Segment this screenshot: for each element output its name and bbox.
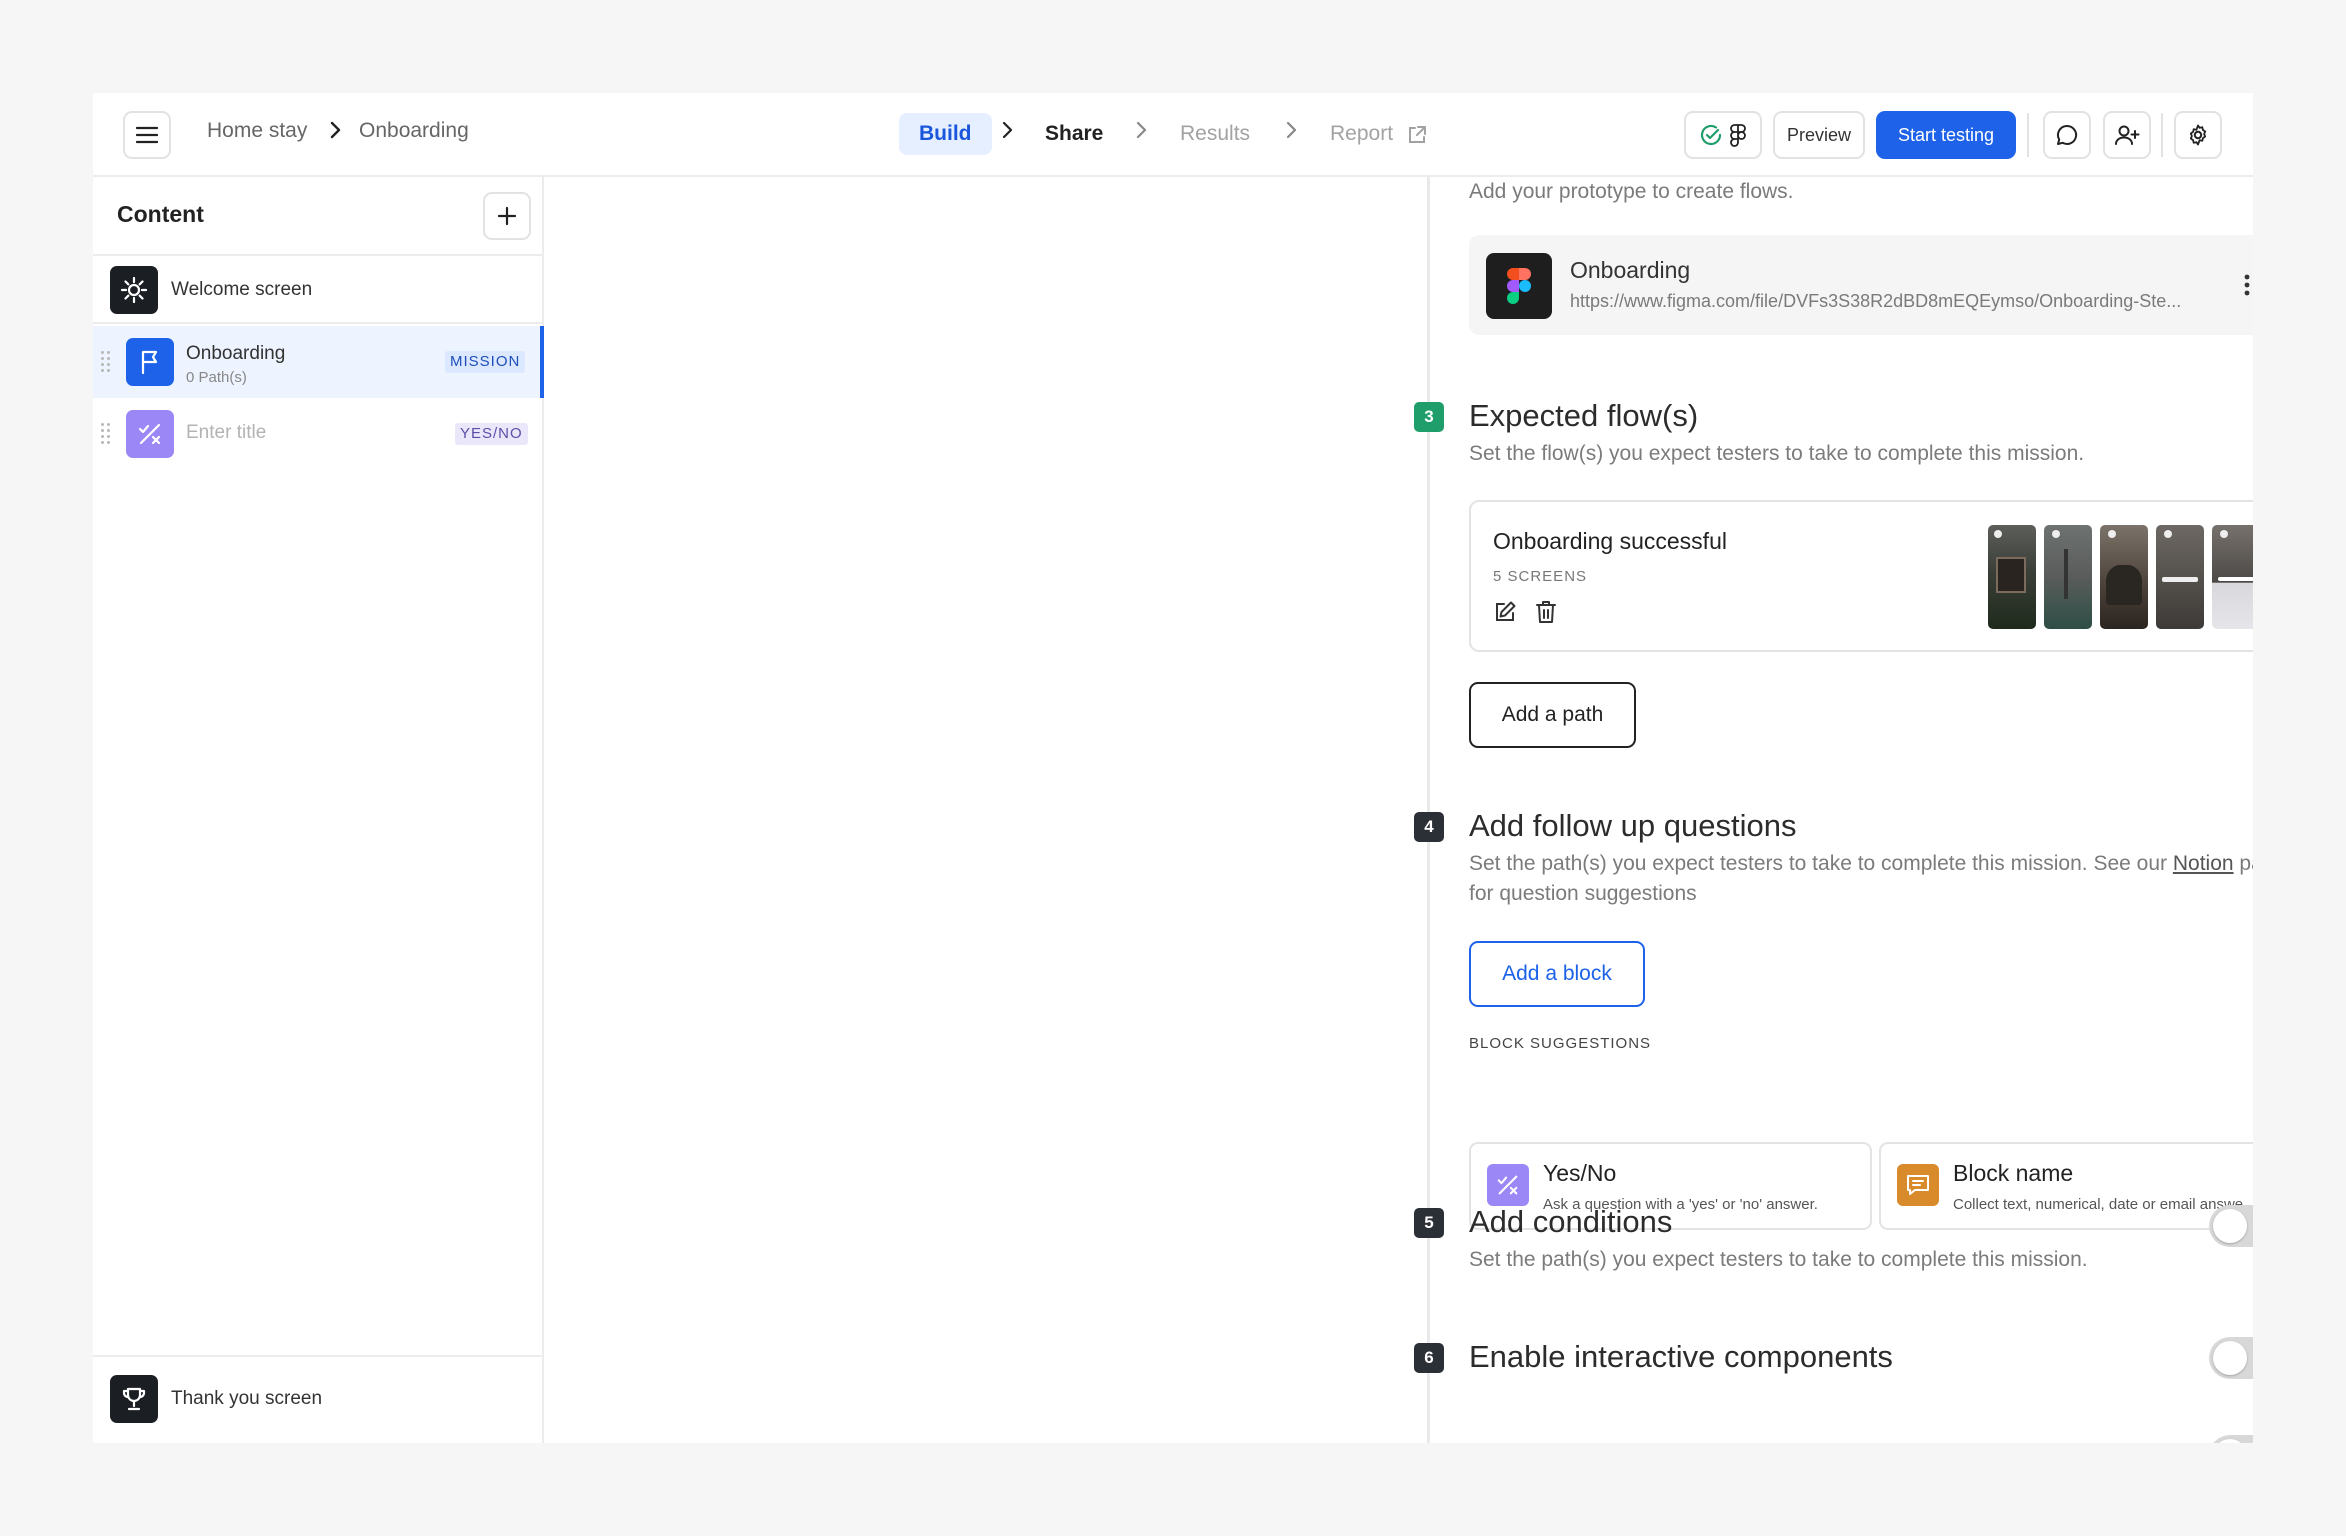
sun-icon [110, 266, 158, 314]
suggestion-description: Collect text, numerical, date or email a… [1953, 1196, 2253, 1213]
suggestion-name: Block name [1953, 1160, 2074, 1186]
sidebar-item-welcome[interactable]: Welcome screen [93, 256, 542, 324]
flow-card[interactable]: Onboarding successful 5 SCREENS [1469, 500, 2253, 652]
suggestion-block[interactable]: Block name Collect text, numerical, date… [1879, 1142, 2253, 1230]
breadcrumb-project[interactable]: Home stay [207, 119, 307, 143]
gear-icon [2189, 124, 2207, 146]
yes-no-icon [1487, 1164, 1529, 1206]
figma-logo [1486, 253, 1552, 319]
divider [2161, 113, 2163, 157]
step-chevron-icon [1131, 117, 1151, 143]
sidebar-item-label: Onboarding [186, 343, 286, 364]
section-description: Set the path(s) you expect testers to ta… [1469, 1248, 2088, 1271]
sidebar-item-yes-no[interactable]: Enter title YES/NO [93, 398, 542, 470]
add-content-button[interactable] [483, 192, 531, 240]
chat-bubble-icon [2057, 124, 2078, 145]
prototype-url[interactable]: https://www.figma.com/file/DVFs3S38R2dBD… [1570, 291, 2220, 312]
breadcrumb-chevron-icon [325, 117, 345, 143]
user-plus-icon [2115, 125, 2140, 145]
flow-name: Onboarding successful [1493, 528, 1727, 554]
interactive-components-toggle[interactable] [2209, 1337, 2253, 1379]
flow-screen-count: 5 SCREENS [1493, 568, 1588, 585]
flow-screen-thumbnail [2100, 525, 2148, 629]
start-testing-button[interactable]: Start testing [1876, 111, 2016, 159]
sidebar-item-sublabel: 0 Path(s) [186, 369, 247, 386]
step-chevron-icon [997, 117, 1017, 143]
sidebar-item-thank-you[interactable]: Thank you screen [93, 1355, 542, 1443]
sidebar-header: Content [93, 177, 542, 256]
app-window: Home stay Onboarding Build Share Results… [93, 93, 2253, 1443]
section-description-text: Set the path(s) you expect testers to ta… [1469, 852, 2173, 875]
divider [2027, 113, 2029, 157]
menu-button[interactable] [123, 111, 171, 159]
suggestion-name: Yes/No [1543, 1160, 1617, 1186]
sidebar-item-onboarding[interactable]: Onboarding 0 Path(s) MISSION [93, 326, 544, 398]
section-title: Add follow up questions [1469, 808, 1797, 843]
section-title: Expected flow(s) [1469, 398, 1699, 433]
content-sidebar: Content Welcome screen Onboarding 0 Path… [93, 177, 544, 1443]
trophy-icon [110, 1375, 158, 1423]
section-title: Add conditions [1469, 1204, 1673, 1239]
external-link-icon [1409, 126, 1426, 143]
sidebar-item-label: Welcome screen [171, 279, 313, 300]
yes-no-badge: YES/NO [455, 423, 528, 445]
plus-icon [497, 206, 517, 226]
top-bar: Home stay Onboarding Build Share Results… [93, 93, 2253, 177]
preview-button[interactable]: Preview [1773, 111, 1865, 159]
sidebar-title: Content [117, 201, 204, 227]
trash-icon[interactable] [1535, 600, 1557, 624]
step-report[interactable]: Report [1330, 113, 1393, 155]
conditions-toggle[interactable] [2209, 1205, 2253, 1247]
prototype-name: Onboarding [1570, 257, 1691, 283]
step-number: 4 [1414, 812, 1444, 842]
step-results[interactable]: Results [1180, 113, 1250, 155]
block-suggestions-label: BLOCK SUGGESTIONS [1469, 1035, 1652, 1052]
drag-handle-icon[interactable] [101, 423, 111, 445]
add-path-button[interactable]: Add a path [1469, 682, 1636, 748]
edit-icon[interactable] [1493, 600, 1517, 624]
sidebar-item-title-placeholder[interactable]: Enter title [186, 422, 266, 444]
check-circle-icon [1700, 124, 1722, 146]
step-share[interactable]: Share [1045, 113, 1103, 155]
flag-icon [126, 338, 174, 386]
drag-handle-icon[interactable] [101, 351, 111, 373]
mission-editor: Add your prototype to create flows. Onbo… [544, 177, 2253, 1443]
figma-sync-button[interactable] [1684, 111, 1762, 159]
comments-button[interactable] [2043, 111, 2091, 159]
message-icon [1897, 1164, 1939, 1206]
figma-icon [1730, 124, 1746, 147]
next-section-toggle[interactable] [2209, 1435, 2253, 1443]
step-number: 6 [1414, 1343, 1444, 1373]
yes-no-icon [126, 410, 174, 458]
more-vertical-icon[interactable] [2243, 273, 2251, 297]
step-chevron-icon [1281, 117, 1301, 143]
sidebar-item-label: Thank you screen [171, 1388, 323, 1409]
mission-badge: MISSION [445, 351, 526, 373]
prototype-card[interactable]: Onboarding https://www.figma.com/file/DV… [1469, 235, 2253, 335]
flow-screen-thumbnail [2156, 525, 2204, 629]
breadcrumb-page[interactable]: Onboarding [359, 119, 469, 143]
step-number: 5 [1414, 1208, 1444, 1238]
section-description: Set the flow(s) you expect testers to ta… [1469, 442, 2085, 465]
section-description: Set the path(s) you expect testers to ta… [1469, 849, 2253, 909]
invite-user-button[interactable] [2103, 111, 2151, 159]
prototype-hint: Add your prototype to create flows. [1469, 180, 1794, 203]
add-block-button[interactable]: Add a block [1469, 941, 1645, 1007]
settings-button[interactable] [2174, 111, 2222, 159]
step-number: 3 [1414, 402, 1444, 432]
flow-screen-thumbnail [1988, 525, 2036, 629]
flow-screen-thumbnail [2044, 525, 2092, 629]
flow-screen-thumbnail [2212, 525, 2253, 629]
notion-link[interactable]: Notion [2173, 852, 2234, 875]
steps-rail [1427, 177, 1430, 1443]
hamburger-icon [136, 126, 158, 144]
step-build[interactable]: Build [899, 113, 992, 155]
section-title: Enable interactive components [1469, 1339, 1893, 1374]
